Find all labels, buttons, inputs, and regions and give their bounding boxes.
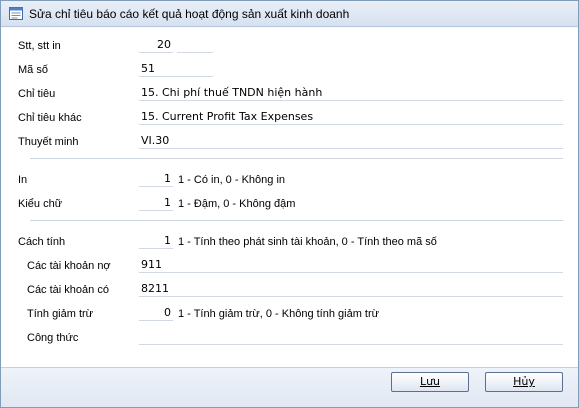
tk-co-label: Các tài khoản có: [27, 284, 109, 296]
in-field[interactable]: 1: [139, 172, 173, 187]
cong-thuc-field[interactable]: [139, 330, 563, 345]
cach-tinh-hint: 1 - Tính theo phát sinh tài khoản, 0 - T…: [178, 236, 437, 248]
button-bar: Lưu Hủy: [1, 367, 578, 407]
ma-so-label: Mã số: [18, 64, 48, 76]
cancel-button-label: Hủy: [513, 375, 535, 388]
chi-tieu-field[interactable]: 15. Chi phí thuế TNDN hiện hành: [139, 86, 563, 101]
tk-no-field[interactable]: 911: [139, 258, 563, 273]
tk-no-label: Các tài khoản nợ: [27, 260, 111, 272]
kieu-chu-field[interactable]: 1: [139, 196, 173, 211]
in-label: In: [18, 174, 28, 186]
window-title: Sửa chỉ tiêu báo cáo kết quả hoạt động s…: [29, 7, 350, 21]
thuyet-minh-label: Thuyết minh: [18, 136, 79, 148]
tinh-giam-tru-hint: 1 - Tính giảm trừ, 0 - Không tính giảm t…: [178, 308, 379, 320]
chi-tieu-khac-field[interactable]: 15. Current Profit Tax Expenses: [139, 110, 563, 125]
stt-in-field[interactable]: [177, 38, 213, 53]
separator: [30, 158, 563, 159]
chi-tieu-khac-label: Chỉ tiêu khác: [18, 112, 82, 124]
cancel-button[interactable]: Hủy: [485, 372, 563, 392]
save-button[interactable]: Lưu: [391, 372, 469, 392]
in-hint: 1 - Có in, 0 - Không in: [178, 174, 286, 186]
cach-tinh-field[interactable]: 1: [139, 234, 173, 249]
save-button-label: Lưu: [419, 375, 441, 388]
title-bar[interactable]: Sửa chỉ tiêu báo cáo kết quả hoạt động s…: [1, 1, 578, 27]
cach-tinh-label: Cách tính: [18, 236, 66, 248]
chi-tieu-label: Chỉ tiêu: [18, 88, 56, 100]
tk-co-field[interactable]: 8211: [139, 282, 563, 297]
thuyet-minh-field[interactable]: VI.30: [139, 134, 563, 149]
stt-field[interactable]: 20: [139, 38, 173, 53]
stt-label: Stt, stt in: [18, 40, 61, 52]
form-edit-icon: [9, 7, 23, 20]
separator: [30, 220, 563, 221]
dialog-window: Sửa chỉ tiêu báo cáo kết quả hoạt động s…: [0, 0, 579, 408]
tinh-giam-tru-label: Tính giảm trừ: [27, 308, 94, 320]
form-body: Stt, stt in 20 Mã số 51 Chỉ tiêu 15. Chi…: [1, 28, 578, 367]
tinh-giam-tru-field[interactable]: 0: [139, 306, 173, 321]
kieu-chu-hint: 1 - Đậm, 0 - Không đậm: [178, 198, 296, 210]
cong-thuc-label: Công thức: [27, 332, 79, 344]
kieu-chu-label: Kiểu chữ: [18, 198, 63, 210]
ma-so-field[interactable]: 51: [139, 62, 213, 77]
